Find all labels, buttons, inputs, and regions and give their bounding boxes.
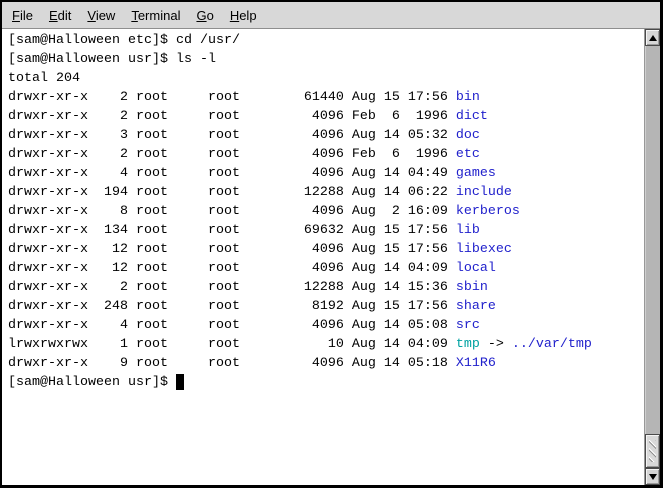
- terminal-line: drwxr-xr-x 2 root root 4096 Feb 6 1996 d…: [8, 107, 644, 126]
- terminal-line: total 204: [8, 69, 644, 88]
- terminal-line: drwxr-xr-x 248 root root 8192 Aug 15 17:…: [8, 297, 644, 316]
- terminal-line: drwxr-xr-x 3 root root 4096 Aug 14 05:32…: [8, 126, 644, 145]
- terminal-line: lrwxrwxrwx 1 root root 10 Aug 14 04:09 t…: [8, 335, 644, 354]
- menu-item-label-rest: elp: [239, 8, 256, 23]
- terminal-line: drwxr-xr-x 9 root root 4096 Aug 14 05:18…: [8, 354, 644, 373]
- directory-name: src: [456, 318, 480, 333]
- terminal-text: [sam@Halloween usr]$ ls -l: [8, 52, 216, 67]
- directory-name: include: [456, 185, 512, 200]
- terminal-line: drwxr-xr-x 4 root root 4096 Aug 14 04:49…: [8, 164, 644, 183]
- terminal-text: drwxr-xr-x 9 root root 4096 Aug 14 05:18: [8, 356, 456, 371]
- terminal-text: drwxr-xr-x 134 root root 69632 Aug 15 17…: [8, 223, 456, 238]
- terminal-window: FileEditViewTerminalGoHelp [sam@Hallowee…: [0, 0, 663, 488]
- terminal-line: drwxr-xr-x 2 root root 4096 Feb 6 1996 e…: [8, 145, 644, 164]
- menu-item-go[interactable]: Go: [188, 4, 221, 27]
- menu-item-mnemonic: F: [12, 8, 20, 23]
- scrollbar-trough[interactable]: [645, 46, 660, 468]
- terminal-line: drwxr-xr-x 2 root root 12288 Aug 14 15:3…: [8, 278, 644, 297]
- menu-item-label-rest: o: [207, 8, 214, 23]
- menu-item-mnemonic: V: [87, 8, 95, 23]
- directory-name: libexec: [456, 242, 512, 257]
- terminal-line: drwxr-xr-x 12 root root 4096 Aug 14 04:0…: [8, 259, 644, 278]
- directory-name: local: [456, 261, 496, 276]
- terminal-text: total 204: [8, 71, 80, 86]
- terminal-text: drwxr-xr-x 194 root root 12288 Aug 14 06…: [8, 185, 456, 200]
- scroll-up-button[interactable]: [645, 29, 660, 46]
- down-arrow-icon: [649, 474, 657, 480]
- terminal-text: drwxr-xr-x 2 root root 4096 Feb 6 1996: [8, 109, 456, 124]
- terminal-text: drwxr-xr-x 12 root root 4096 Aug 15 17:5…: [8, 242, 456, 257]
- menu-item-view[interactable]: View: [79, 4, 123, 27]
- terminal-text: drwxr-xr-x 12 root root 4096 Aug 14 04:0…: [8, 261, 456, 276]
- menu-bar: FileEditViewTerminalGoHelp: [2, 2, 660, 29]
- up-arrow-icon: [649, 35, 657, 41]
- terminal-line: drwxr-xr-x 4 root root 4096 Aug 14 05:08…: [8, 316, 644, 335]
- terminal-line: drwxr-xr-x 12 root root 4096 Aug 15 17:5…: [8, 240, 644, 259]
- thumb-grip-icon: [649, 440, 656, 462]
- terminal-text: ->: [480, 337, 512, 352]
- terminal-text: drwxr-xr-x 3 root root 4096 Aug 14 05:32: [8, 128, 456, 143]
- directory-name: games: [456, 166, 496, 181]
- menu-item-mnemonic: H: [230, 8, 239, 23]
- menu-item-mnemonic: E: [49, 8, 58, 23]
- terminal-line: drwxr-xr-x 134 root root 69632 Aug 15 17…: [8, 221, 644, 240]
- menu-item-help[interactable]: Help: [222, 4, 265, 27]
- directory-name: bin: [456, 90, 480, 105]
- scroll-down-button[interactable]: [645, 468, 660, 485]
- menu-item-label-rest: erminal: [138, 8, 181, 23]
- terminal-line: [sam@Halloween usr]$ ls -l: [8, 50, 644, 69]
- scrollbar-thumb[interactable]: [645, 434, 660, 468]
- terminal-line: drwxr-xr-x 2 root root 61440 Aug 15 17:5…: [8, 88, 644, 107]
- terminal-line: drwxr-xr-x 8 root root 4096 Aug 2 16:09 …: [8, 202, 644, 221]
- menu-item-terminal[interactable]: Terminal: [123, 4, 188, 27]
- directory-name: etc: [456, 147, 480, 162]
- menu-item-label-rest: ile: [20, 8, 33, 23]
- menu-item-file[interactable]: File: [4, 4, 41, 27]
- terminal-output: [sam@Halloween etc]$ cd /usr/ [sam@Hallow…: [8, 31, 644, 392]
- terminal-cursor: [176, 374, 184, 390]
- terminal-line: [sam@Halloween usr]$: [8, 373, 644, 392]
- terminal-text: drwxr-xr-x 2 root root 61440 Aug 15 17:5…: [8, 90, 456, 105]
- terminal-text: [sam@Halloween etc]$ cd /usr/: [8, 33, 240, 48]
- terminal-text: [sam@Halloween usr]$: [8, 375, 176, 390]
- scrollbar[interactable]: [644, 29, 660, 485]
- menu-item-edit[interactable]: Edit: [41, 4, 79, 27]
- menu-item-mnemonic: G: [196, 8, 206, 23]
- directory-name: ../var/tmp: [512, 337, 592, 352]
- terminal-text: drwxr-xr-x 2 root root 4096 Feb 6 1996: [8, 147, 456, 162]
- directory-name: doc: [456, 128, 480, 143]
- window-content: [sam@Halloween etc]$ cd /usr/ [sam@Hallow…: [2, 29, 660, 485]
- terminal-text: drwxr-xr-x 4 root root 4096 Aug 14 05:08: [8, 318, 456, 333]
- directory-name: sbin: [456, 280, 488, 295]
- directory-name: share: [456, 299, 496, 314]
- terminal[interactable]: [sam@Halloween etc]$ cd /usr/ [sam@Hallow…: [2, 29, 644, 485]
- terminal-line: [sam@Halloween etc]$ cd /usr/: [8, 31, 644, 50]
- menu-item-label-rest: dit: [58, 8, 72, 23]
- symlink-name: tmp: [456, 337, 480, 352]
- terminal-text: drwxr-xr-x 248 root root 8192 Aug 15 17:…: [8, 299, 456, 314]
- menu-item-label-rest: iew: [96, 8, 116, 23]
- terminal-text: lrwxrwxrwx 1 root root 10 Aug 14 04:09: [8, 337, 456, 352]
- directory-name: dict: [456, 109, 488, 124]
- directory-name: X11R6: [456, 356, 496, 371]
- terminal-text: drwxr-xr-x 8 root root 4096 Aug 2 16:09: [8, 204, 456, 219]
- terminal-line: drwxr-xr-x 194 root root 12288 Aug 14 06…: [8, 183, 644, 202]
- terminal-text: drwxr-xr-x 4 root root 4096 Aug 14 04:49: [8, 166, 456, 181]
- directory-name: kerberos: [456, 204, 520, 219]
- terminal-text: drwxr-xr-x 2 root root 12288 Aug 14 15:3…: [8, 280, 456, 295]
- directory-name: lib: [456, 223, 480, 238]
